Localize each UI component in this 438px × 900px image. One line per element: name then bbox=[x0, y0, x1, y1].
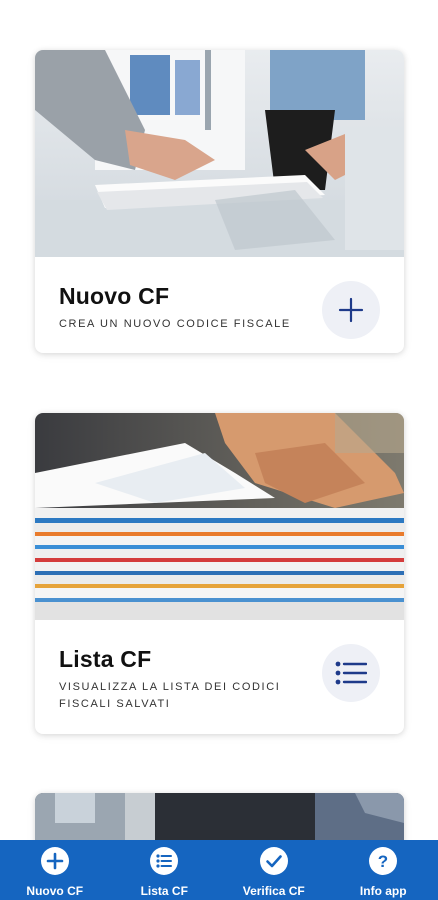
check-circle-icon bbox=[259, 846, 289, 876]
list-circle-icon bbox=[149, 846, 179, 876]
nav-item-verifica-cf[interactable]: Verifica CF bbox=[219, 840, 329, 900]
bottom-navigation: Nuovo CF Lista CF Verifica CF ? Info app bbox=[0, 840, 438, 900]
list-button[interactable] bbox=[322, 644, 380, 702]
nav-item-nuovo-cf[interactable]: Nuovo CF bbox=[0, 840, 110, 900]
svg-text:?: ? bbox=[378, 852, 388, 871]
question-circle-icon: ? bbox=[368, 846, 398, 876]
nav-label: Verifica CF bbox=[242, 884, 305, 898]
nav-label: Lista CF bbox=[140, 884, 188, 898]
card-image-desk bbox=[35, 50, 404, 257]
plus-icon bbox=[338, 297, 364, 323]
add-button[interactable] bbox=[322, 281, 380, 339]
nav-label: Info app bbox=[359, 884, 407, 898]
card-lista-cf[interactable]: Lista CF Visualizza la lista dei codici … bbox=[35, 413, 404, 734]
card-subtitle: Crea un nuovo codice fiscale bbox=[59, 318, 291, 330]
nav-item-info-app[interactable]: ? Info app bbox=[329, 840, 438, 900]
card-subtitle: Visualizza la lista dei codici fiscali s… bbox=[59, 681, 281, 710]
plus-circle-icon bbox=[40, 846, 70, 876]
list-icon bbox=[335, 661, 367, 685]
card-nuovo-cf[interactable]: Nuovo CF Crea un nuovo codice fiscale bbox=[35, 50, 404, 353]
nav-item-lista-cf[interactable]: Lista CF bbox=[110, 840, 220, 900]
nav-label: Nuovo CF bbox=[26, 884, 84, 898]
card-image-papers bbox=[35, 413, 404, 620]
